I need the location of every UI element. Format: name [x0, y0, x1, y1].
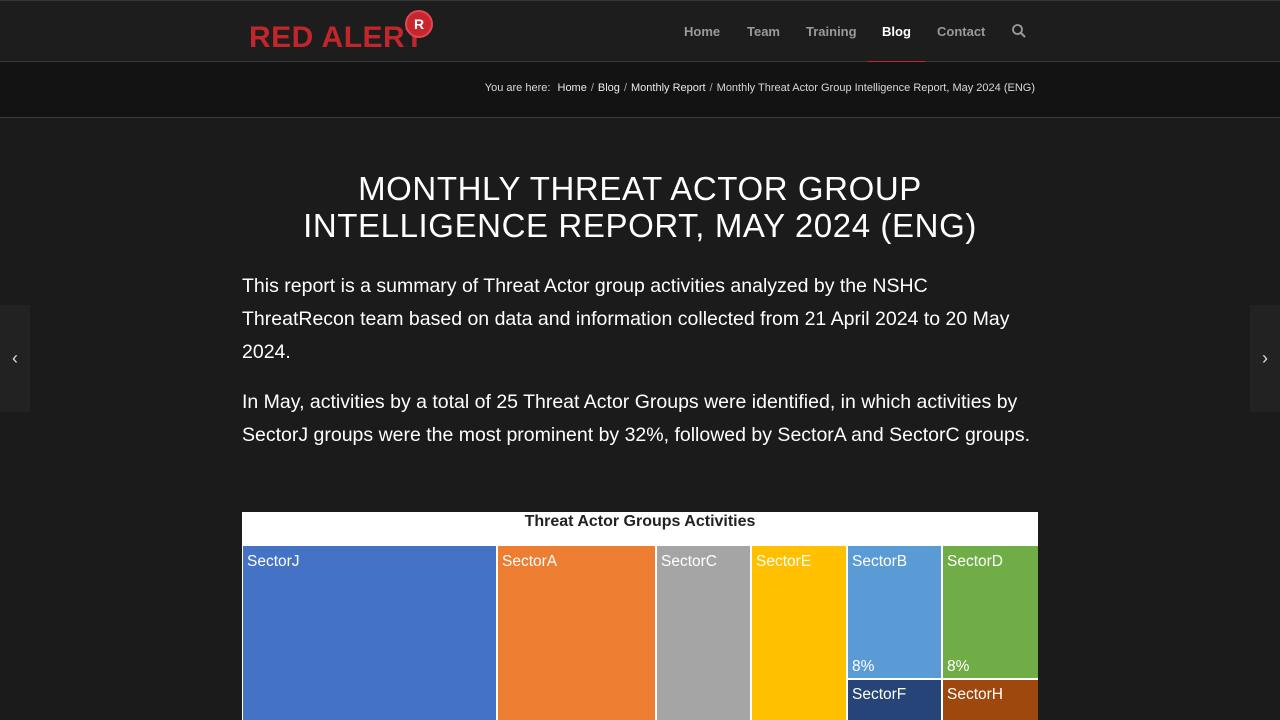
- page-title-line-1: MONTHLY THREAT ACTOR GROUP: [358, 170, 922, 207]
- chevron-right-icon: ›: [1262, 348, 1268, 368]
- nav-training[interactable]: Training: [806, 1, 857, 62]
- treemap-tile-sectore: SectorE: [752, 546, 846, 720]
- search-icon[interactable]: [1011, 23, 1027, 39]
- next-post-button[interactable]: ›: [1250, 305, 1280, 412]
- treemap-tile-sectorc: SectorC: [657, 546, 750, 720]
- breadcrumb-separator: /: [709, 82, 713, 94]
- logo-wordmark: RED ALERT: [249, 21, 425, 54]
- nav-blog[interactable]: Blog: [868, 1, 925, 63]
- site-header: RED ALERT R Home Team Training Blog Cont…: [0, 0, 1280, 63]
- tile-value: 8%: [947, 658, 970, 675]
- nav-home[interactable]: Home: [684, 1, 720, 62]
- treemap-tile-sectorj: SectorJ: [243, 546, 496, 720]
- tile-label: SectorD: [947, 553, 1003, 570]
- breadcrumb-current: Monthly Threat Actor Group Intelligence …: [716, 82, 1035, 94]
- chevron-left-icon: ‹: [12, 348, 18, 368]
- tile-label: SectorH: [947, 686, 1003, 703]
- tile-label: SectorF: [852, 686, 907, 703]
- tile-label: SectorC: [661, 553, 717, 570]
- treemap-tile-sectorb: SectorB 8%: [848, 546, 941, 678]
- nav-contact[interactable]: Contact: [937, 1, 985, 62]
- page-title-line-2: INTELLIGENCE REPORT, MAY 2024 (ENG): [303, 207, 977, 244]
- treemap-tile-sectora: SectorA: [498, 546, 655, 720]
- summary-paragraph: In May, activities by a total of 25 Thre…: [242, 391, 1030, 446]
- breadcrumb-blog[interactable]: Blog: [598, 82, 620, 94]
- threat-actor-treemap: Threat Actor Groups Activities SectorJ S…: [242, 512, 1038, 720]
- nav-team[interactable]: Team: [747, 1, 780, 62]
- breadcrumb-monthly-report[interactable]: Monthly Report: [631, 82, 706, 94]
- logo-badge: R: [405, 10, 433, 38]
- tile-label: SectorJ: [247, 553, 300, 570]
- tile-label: SectorE: [756, 553, 812, 570]
- breadcrumb-home[interactable]: Home: [558, 82, 587, 94]
- breadcrumb-prefix: You are here:: [484, 82, 551, 94]
- breadcrumb-bar: You are here: Home / Blog / Monthly Report / M…: [0, 62, 1280, 118]
- breadcrumb-separator: /: [623, 82, 627, 94]
- treemap-tile-sectorh: SectorH: [943, 680, 1038, 720]
- prev-post-button[interactable]: ‹: [0, 305, 30, 412]
- page-title: MONTHLY THREAT ACTOR GROUP INTELLIGENCE …: [242, 170, 1038, 244]
- treemap-tile-sectord: SectorD 8%: [943, 546, 1038, 678]
- breadcrumb-separator: /: [590, 82, 594, 94]
- breadcrumb: You are here: Home / Blog / Monthly Report / M…: [485, 82, 1035, 94]
- red-alert-logo[interactable]: RED ALERT R: [249, 9, 439, 55]
- tile-label: SectorB: [852, 553, 908, 570]
- treemap-tile-sectorf: SectorF: [848, 680, 941, 720]
- tile-label: SectorA: [502, 553, 558, 570]
- chart-title: Threat Actor Groups Activities: [524, 513, 756, 530]
- tile-value: 8%: [852, 658, 875, 675]
- intro-paragraph: This report is a summary of Threat Actor…: [242, 275, 1010, 363]
